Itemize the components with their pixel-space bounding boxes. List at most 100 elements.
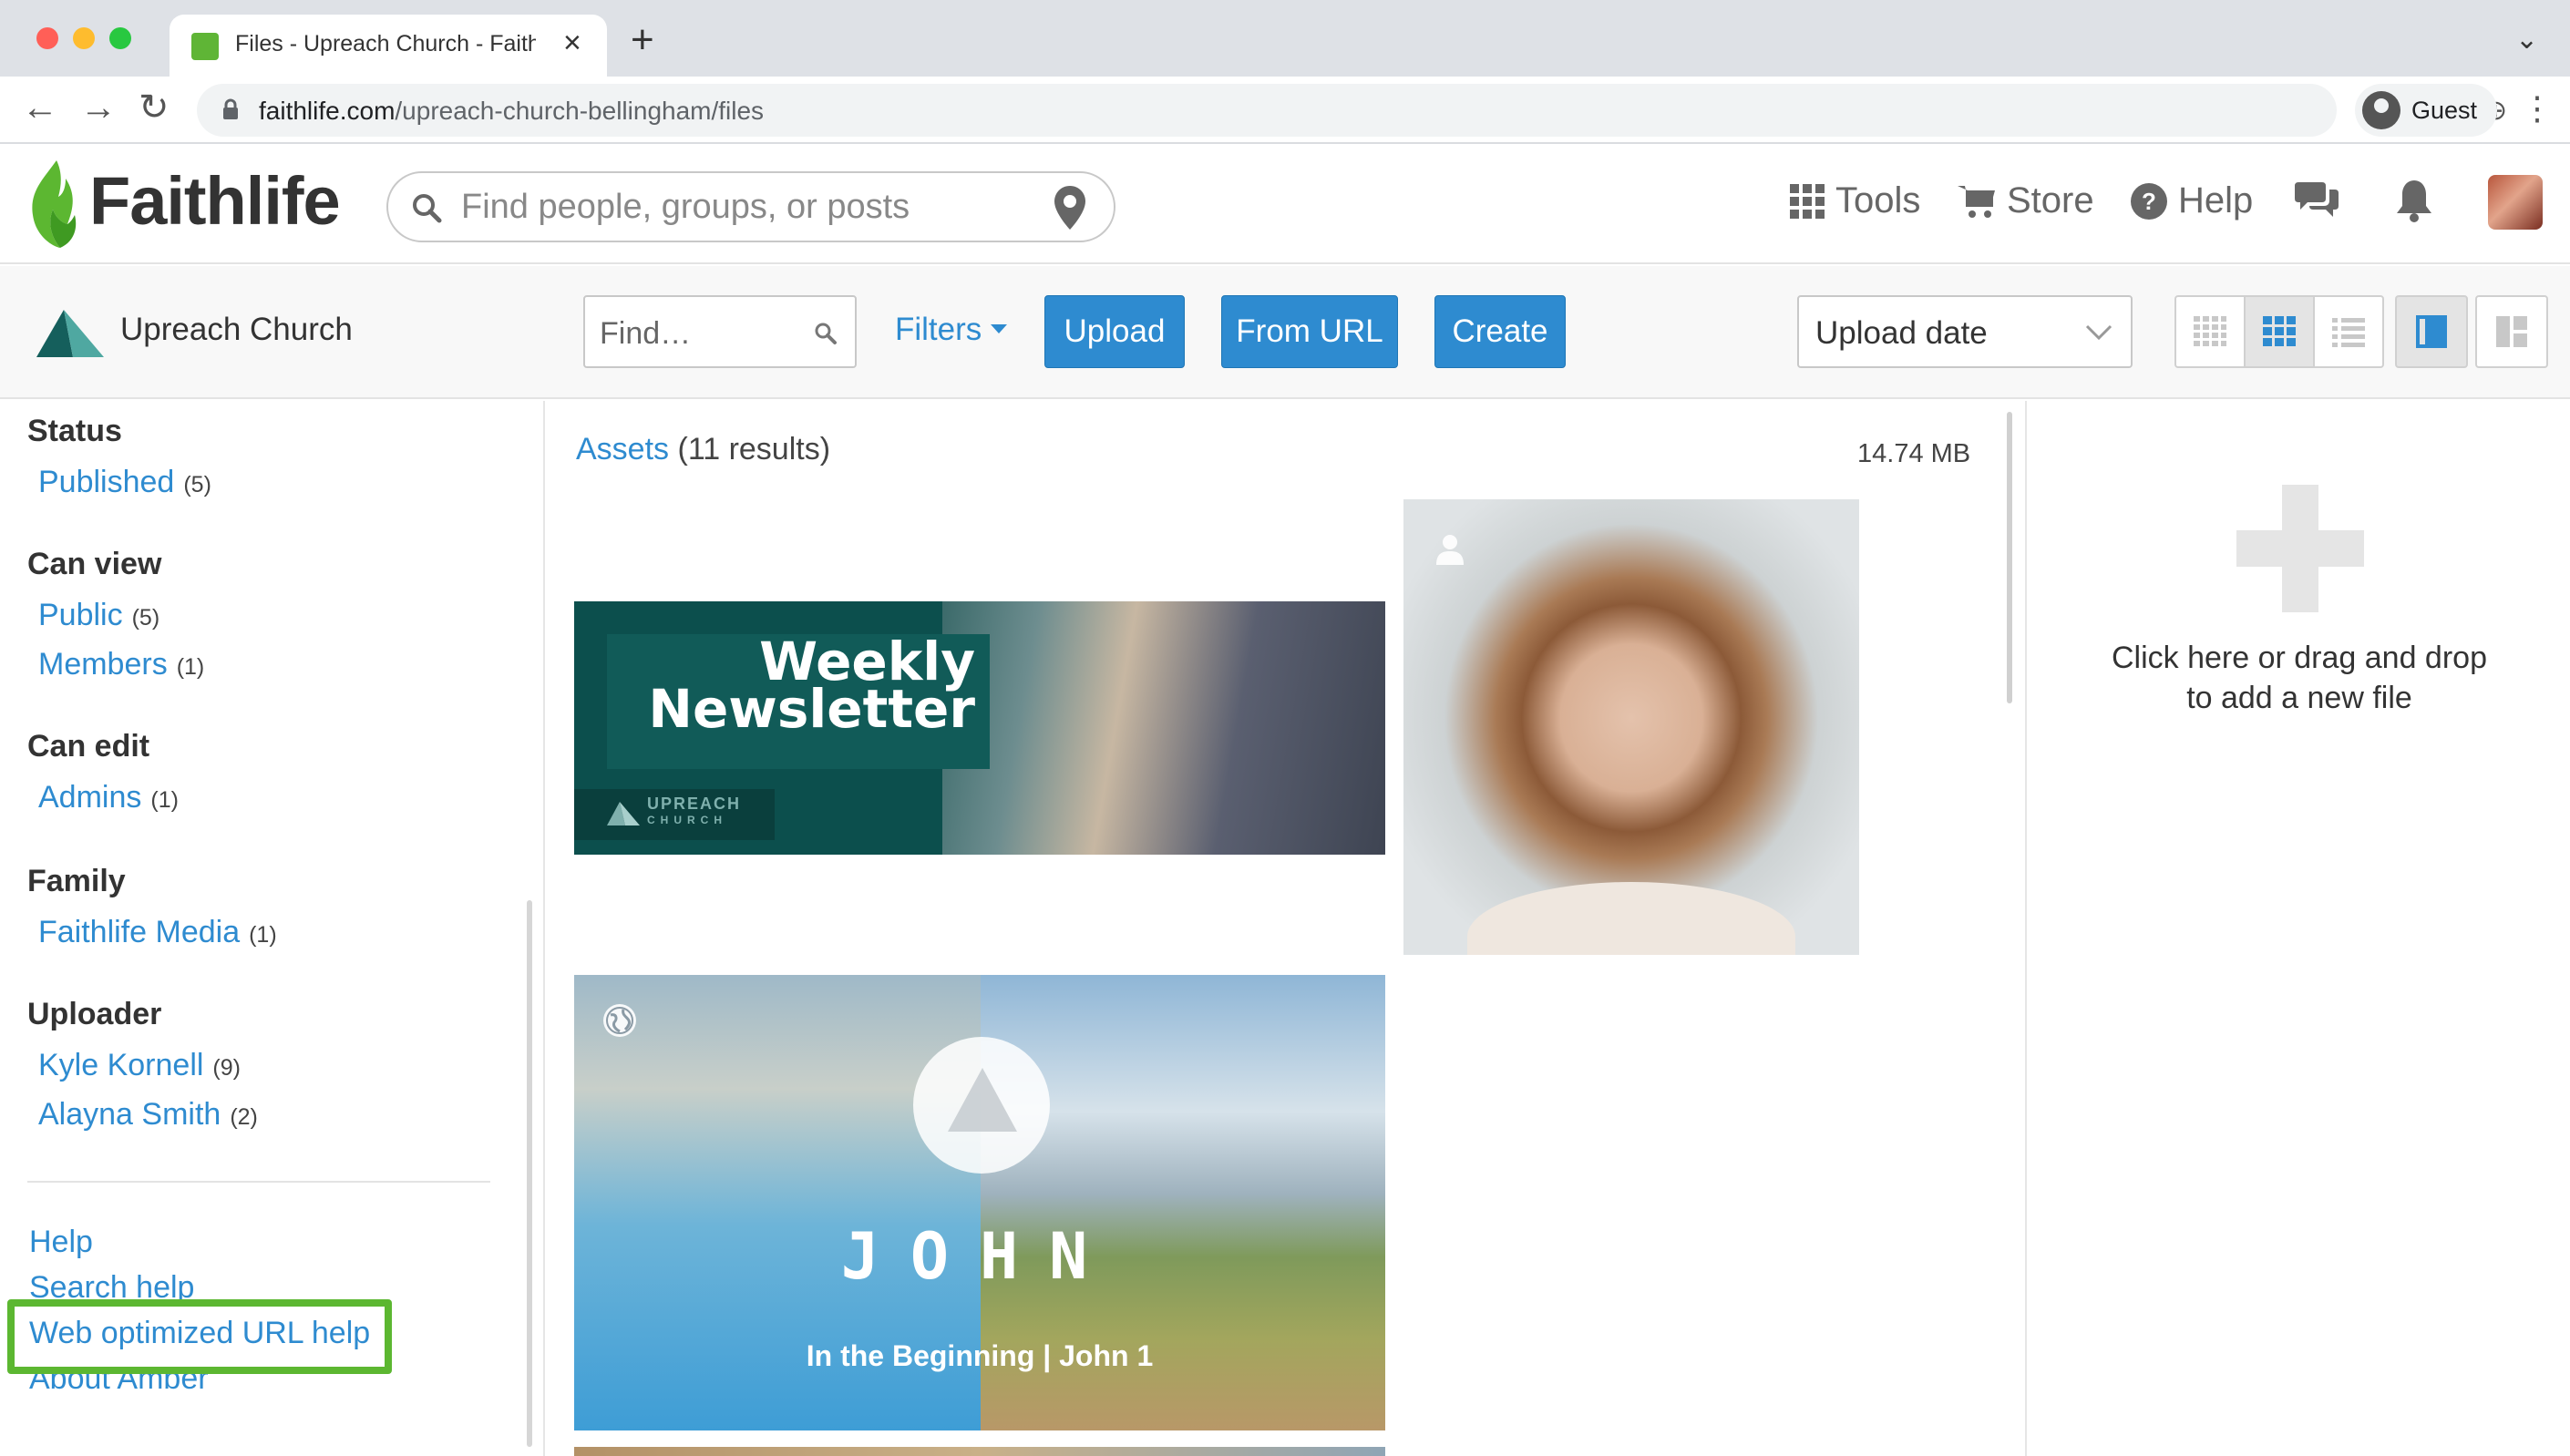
sort-selected-value: Upload date — [1815, 315, 1988, 351]
view-density-group — [2174, 295, 2384, 368]
drop-line-1: Click here or drag and drop — [2111, 641, 2487, 675]
address-bar[interactable]: faithlife.com/upreach-church-bellingham/… — [197, 84, 2507, 137]
tab-title: Files - Upreach Church - Faithlife — [235, 31, 536, 56]
reload-icon[interactable]: ↻ — [139, 89, 170, 126]
close-window-button[interactable] — [36, 27, 58, 49]
site-header: Faithlife Tools Store — [0, 146, 2570, 264]
upreach-church-logo-icon[interactable] — [36, 310, 104, 357]
browser-menu-icon[interactable]: ⋮ — [2521, 89, 2554, 128]
results-count: (11 results) — [677, 432, 831, 467]
sidebar-panel-icon — [2416, 315, 2447, 348]
john-logo-circle — [913, 1037, 1050, 1174]
profile-label: Guest — [2411, 97, 2478, 124]
group-name[interactable]: Upreach Church — [120, 312, 353, 348]
asset-thumbnail-partial[interactable] — [574, 1447, 1385, 1456]
search-icon[interactable] — [813, 321, 838, 346]
user-avatar[interactable] — [2488, 175, 2543, 230]
add-file-plus-icon[interactable] — [2236, 485, 2364, 612]
from-url-button[interactable]: From URL — [1221, 295, 1398, 368]
minimize-window-button[interactable] — [73, 27, 95, 49]
small-grid-view-button[interactable] — [2176, 297, 2246, 366]
john-title: JOHN — [840, 1219, 1119, 1294]
newsletter-brand: UPREACH CHURCH — [647, 795, 742, 826]
masonry-layout-icon — [2496, 316, 2527, 347]
url-text: faithlife.com/upreach-church-bellingham/… — [259, 97, 765, 125]
facet-item-admins[interactable]: Admins (1) — [38, 780, 179, 815]
tab-search-chevron-icon[interactable]: ⌄ — [2515, 24, 2538, 56]
location-pin-icon[interactable] — [1052, 184, 1088, 231]
main-scrollbar[interactable] — [2007, 412, 2012, 703]
public-globe-icon — [603, 1004, 636, 1037]
small-grid-icon — [2194, 316, 2226, 346]
notifications-bell-icon[interactable] — [2395, 179, 2433, 222]
chevron-down-icon — [2085, 324, 2113, 341]
asset-thumbnail-weekly-newsletter[interactable]: Weekly Newsletter UPREACH CHURCH — [574, 601, 1385, 855]
profile-button[interactable]: Guest — [2355, 84, 2497, 137]
browser-toolbar: ← → ↻ faithlife.com/upreach-church-belli… — [0, 77, 2570, 144]
assets-link[interactable]: Assets — [576, 432, 669, 467]
svg-text:?: ? — [2142, 188, 2156, 215]
faithlife-logo-text[interactable]: Faithlife — [89, 162, 341, 240]
upload-drop-panel[interactable]: Click here or drag and drop to add a new… — [2025, 401, 2570, 1456]
list-view-button[interactable] — [2315, 297, 2382, 366]
new-tab-icon[interactable]: + — [631, 20, 654, 60]
asset-thumbnail-john[interactable]: JOHN In the Beginning | John 1 — [574, 975, 1385, 1430]
facet-item-published[interactable]: Published (5) — [38, 465, 211, 500]
facet-heading-can-view: Can view — [27, 547, 162, 581]
list-icon — [2332, 318, 2365, 347]
tools-label: Tools — [1835, 180, 1921, 220]
tools-menu[interactable]: Tools — [1790, 180, 1920, 221]
assets-main: Assets (11 results) 14.74 MB Weekly News… — [547, 401, 2023, 1456]
sidebar-scrollbar[interactable] — [527, 900, 532, 1447]
filters-dropdown[interactable]: Filters — [895, 312, 1008, 348]
group-toolbar: Upreach Church Filters Upload From URL C… — [0, 266, 2570, 399]
newsletter-title: Weekly Newsletter — [648, 631, 975, 740]
store-label: Store — [2007, 180, 2094, 220]
facet-item-kyle-kornell[interactable]: Kyle Kornell (9) — [38, 1048, 241, 1083]
details-panel-toggle-button[interactable] — [2395, 295, 2468, 368]
facet-heading-uploader: Uploader — [27, 997, 162, 1031]
newsletter-photo — [942, 601, 1385, 855]
upload-button[interactable]: Upload — [1044, 295, 1185, 368]
help-circle-icon: ? — [2131, 182, 2167, 220]
store-menu[interactable]: Store — [1958, 180, 2094, 221]
help-link[interactable]: Help — [29, 1225, 93, 1260]
browser-tab[interactable]: Files - Upreach Church - Faithlife × — [170, 15, 607, 77]
profile-avatar-icon — [2362, 91, 2400, 129]
masonry-view-button[interactable] — [2475, 295, 2548, 368]
facet-item-faithlife-media[interactable]: Faithlife Media (1) — [38, 915, 277, 950]
maximize-window-button[interactable] — [109, 27, 131, 49]
site-search-box[interactable] — [386, 171, 1115, 242]
facet-heading-family: Family — [27, 864, 126, 898]
portrait-shoulders — [1467, 882, 1795, 955]
sidebar-divider — [27, 1181, 490, 1183]
asset-thumbnail-portrait[interactable] — [1403, 499, 1859, 955]
help-menu[interactable]: ? Help — [2131, 180, 2253, 221]
facet-item-members[interactable]: Members (1) — [38, 647, 204, 682]
drop-line-2: to add a new file — [2186, 681, 2412, 715]
large-grid-view-button[interactable] — [2246, 297, 2315, 366]
drop-instructions: Click here or drag and drop to add a new… — [2027, 638, 2570, 718]
web-optimized-url-help-link[interactable]: Web optimized URL help — [29, 1316, 370, 1351]
members-only-person-icon — [1436, 535, 1464, 565]
create-button[interactable]: Create — [1434, 295, 1566, 368]
close-tab-icon[interactable]: × — [563, 26, 581, 61]
facet-item-public[interactable]: Public (5) — [38, 598, 159, 633]
site-search-input[interactable] — [461, 186, 1008, 228]
browser-tab-bar: Files - Upreach Church - Faithlife × + ⌄ — [0, 0, 2570, 77]
back-arrow-icon[interactable]: ← — [22, 89, 58, 126]
highlight-box: Web optimized URL help — [7, 1299, 392, 1374]
messages-chat-icon[interactable] — [2295, 179, 2339, 220]
forward-arrow-icon[interactable]: → — [80, 89, 117, 126]
sort-select[interactable]: Upload date — [1797, 295, 2133, 368]
facet-heading-status: Status — [27, 414, 122, 448]
faithlife-favicon-icon — [191, 33, 219, 60]
find-files-box[interactable] — [583, 295, 857, 368]
faithlife-flame-icon[interactable] — [26, 159, 80, 250]
lock-icon — [223, 98, 238, 119]
results-summary: Assets (11 results) — [576, 432, 830, 467]
find-files-input[interactable] — [600, 313, 800, 354]
facet-heading-can-edit: Can edit — [27, 729, 150, 764]
facet-item-alayna-smith[interactable]: Alayna Smith (2) — [38, 1097, 258, 1133]
search-icon — [413, 194, 442, 223]
